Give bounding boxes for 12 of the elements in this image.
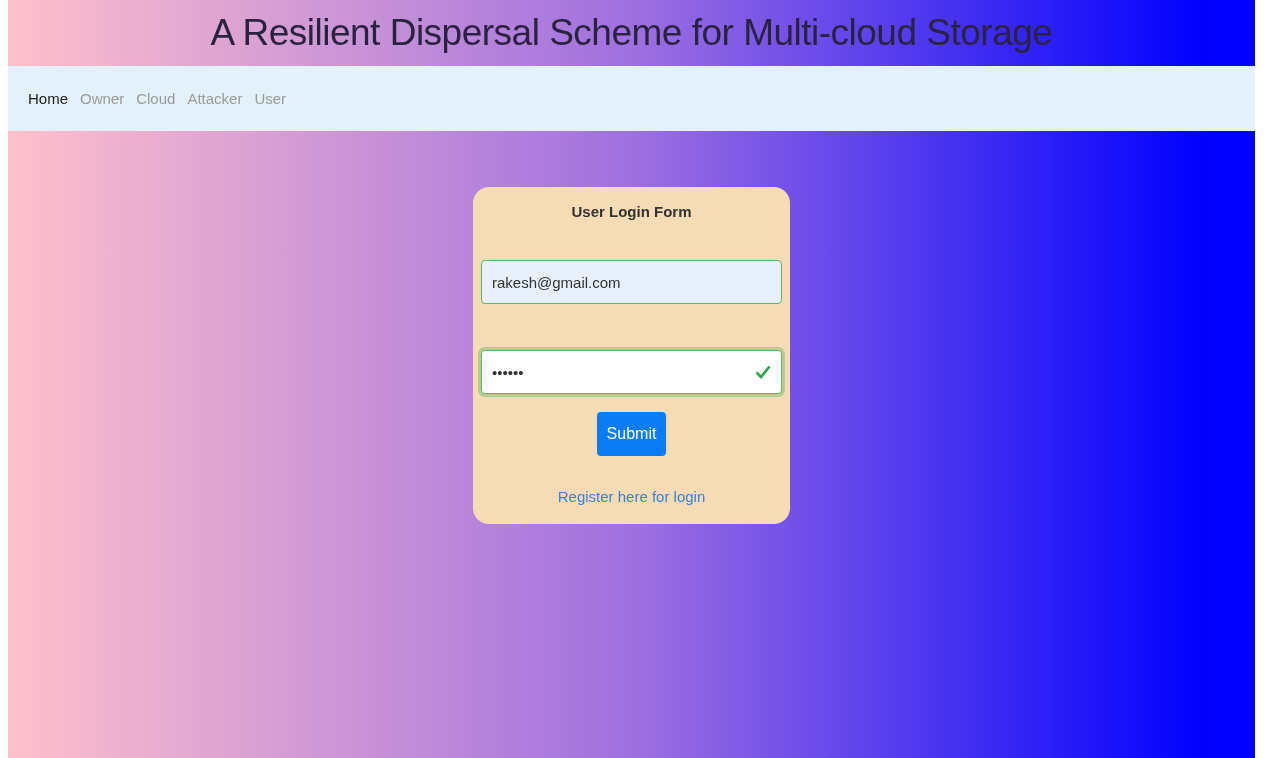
nav-link[interactable]: Cloud: [136, 90, 176, 107]
nav-link[interactable]: Home: [28, 90, 68, 107]
email-field[interactable]: rakesh@gmail.com: [481, 260, 782, 304]
submit-button[interactable]: Submit: [596, 412, 667, 456]
page-title: A Resilient Dispersal Scheme for Multi-cloud Storage: [210, 12, 1053, 54]
form-title: User Login Form: [571, 203, 692, 220]
password-field[interactable]: ••••••: [481, 350, 782, 394]
register-link[interactable]: Register here for login: [557, 488, 706, 505]
check-icon: [755, 365, 771, 379]
nav-link[interactable]: Attacker: [187, 90, 243, 107]
nav-link[interactable]: User: [254, 90, 287, 107]
nav-link[interactable]: Owner: [80, 90, 125, 107]
